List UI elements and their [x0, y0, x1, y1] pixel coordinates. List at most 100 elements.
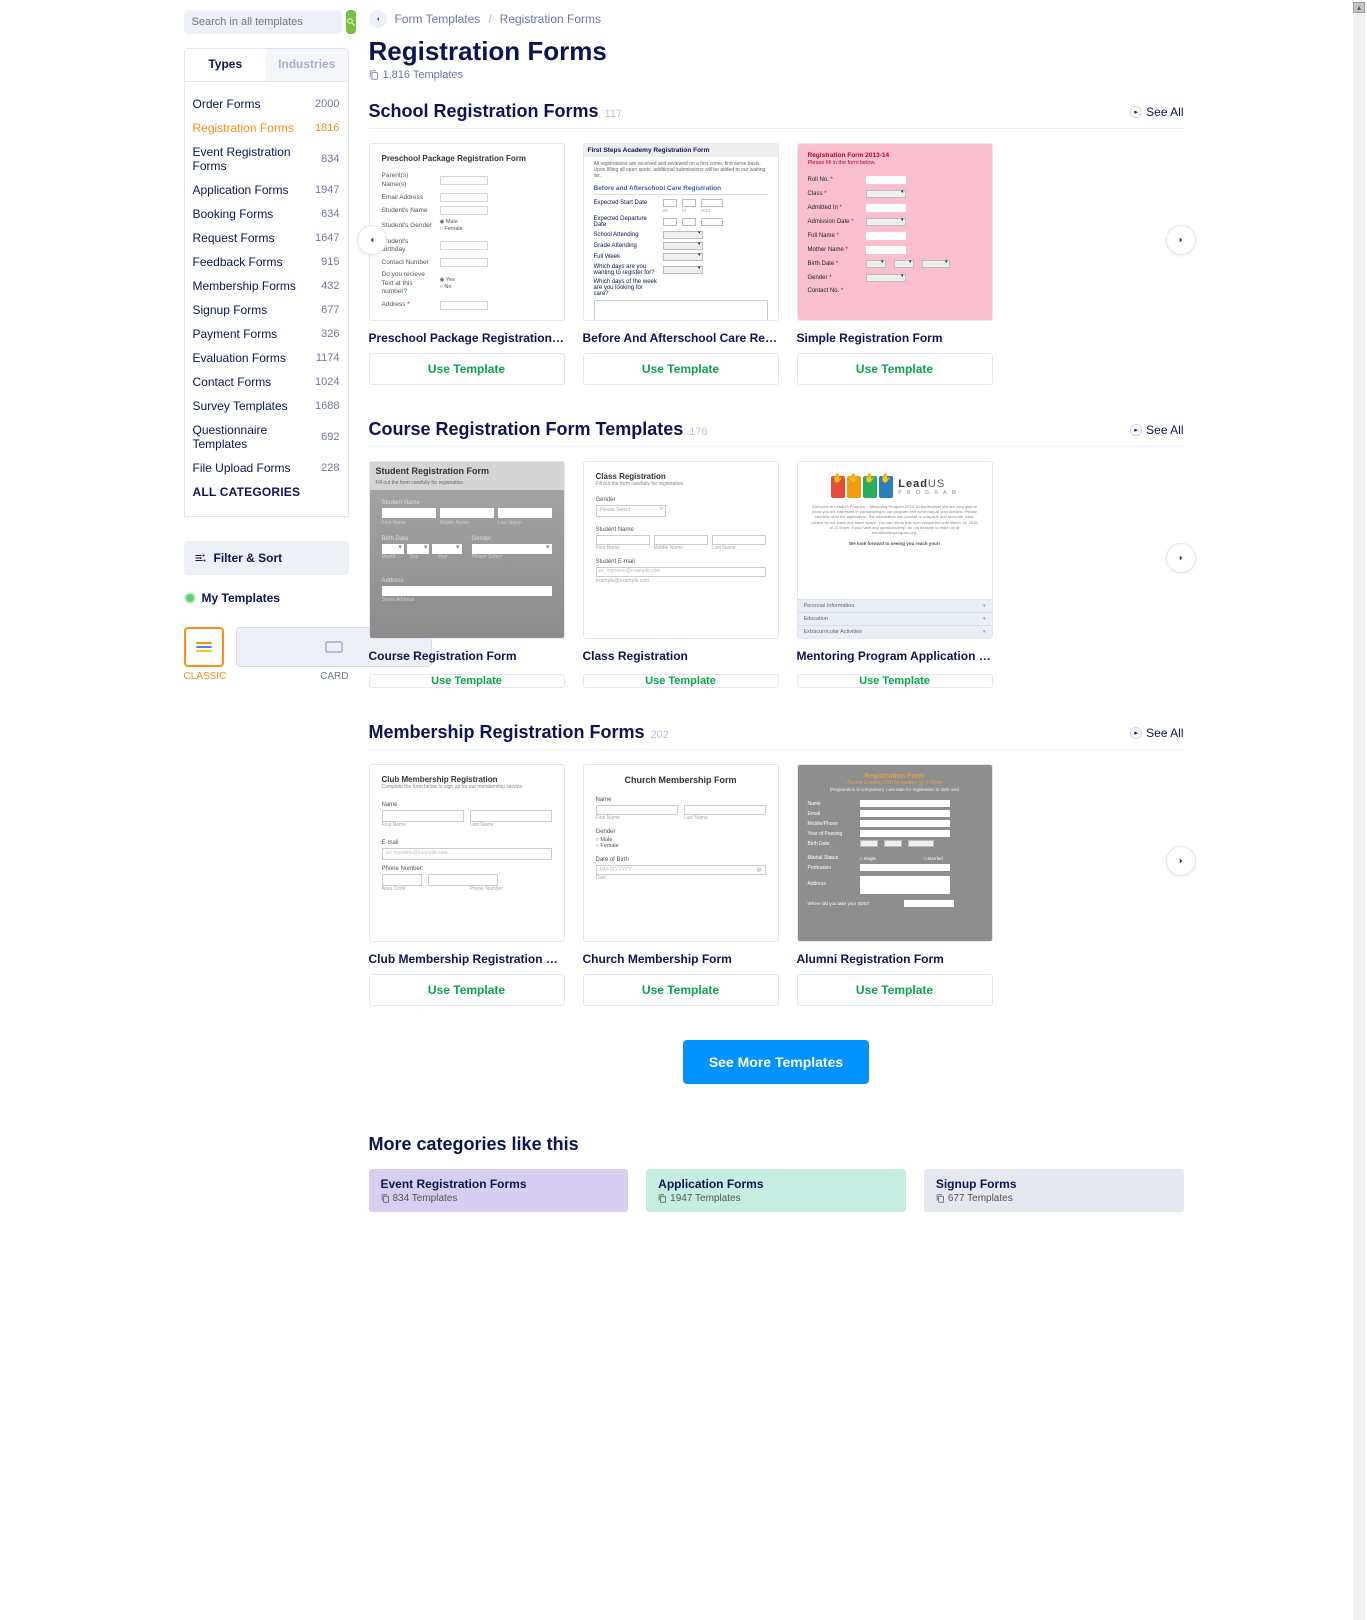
sidebar-all-categories[interactable]: ALL CATEGORIES	[193, 480, 340, 504]
search-button[interactable]	[346, 10, 356, 34]
use-template-button[interactable]: Use Template	[369, 974, 565, 1006]
sidebar-category[interactable]: Event Registration Forms834	[193, 140, 340, 178]
template-preview[interactable]: Preschool Package Registration Form Pare…	[369, 143, 565, 321]
category-count: 228	[321, 462, 339, 474]
see-all-link-course[interactable]: ▸See All	[1130, 423, 1183, 437]
category-label: Survey Templates	[193, 399, 288, 413]
sidebar-category[interactable]: Evaluation Forms1174	[193, 346, 340, 370]
sidebar-category[interactable]: Application Forms 1947	[193, 178, 340, 202]
copy-icon	[381, 1194, 390, 1203]
template-title: Alumni Registration Form	[797, 952, 993, 966]
copy-icon	[369, 70, 379, 80]
category-count: 1947	[315, 184, 339, 196]
main-content: Form Templates / Registration Forms Regi…	[369, 10, 1184, 1212]
sidebar-category[interactable]: Survey Templates1688	[193, 394, 340, 418]
template-card: Registration Form Alumni Evening 15th No…	[797, 764, 993, 1006]
category-count: 326	[321, 328, 339, 340]
template-preview[interactable]: First Steps Academy Registration Form Al…	[583, 143, 779, 321]
tab-types[interactable]: Types	[185, 49, 267, 81]
category-label: Membership Forms	[193, 279, 296, 293]
carousel-prev-school[interactable]	[357, 225, 387, 255]
template-preview[interactable]: Club Membership Registration Complete th…	[369, 764, 565, 942]
scrollbar-track[interactable]	[1353, 14, 1365, 1620]
sidebar-category[interactable]: Questionnaire Templates692	[193, 418, 340, 456]
use-template-button[interactable]: Use Template	[583, 974, 779, 1006]
sidebar-category[interactable]: Contact Forms1024	[193, 370, 340, 394]
see-all-link-membership[interactable]: ▸See All	[1130, 726, 1183, 740]
category-label: Application Forms	[193, 183, 289, 197]
use-template-button[interactable]: Use Template	[369, 353, 565, 385]
more-categories-title: More categories like this	[369, 1134, 1184, 1155]
template-preview[interactable]: Registration Form 2013-14 Please fill in…	[797, 143, 993, 321]
related-category[interactable]: Signup Forms 677 Templates	[924, 1169, 1184, 1212]
use-template-button[interactable]: Use Template	[797, 674, 993, 688]
category-list: Order Forms 2000 Registration Forms1816Eve…	[184, 82, 349, 517]
template-preview[interactable]: Registration Form Alumni Evening 15th No…	[797, 764, 993, 942]
sidebar-category[interactable]: Membership Forms 432	[193, 274, 340, 298]
dot-icon	[184, 592, 196, 604]
see-all-link-school[interactable]: ▸See All	[1130, 105, 1183, 119]
sidebar-category[interactable]: Request Forms1647	[193, 226, 340, 250]
template-title: Mentoring Program Application Form	[797, 649, 993, 663]
use-template-button[interactable]: Use Template	[797, 974, 993, 1006]
filter-sort-button[interactable]: Filter & Sort	[184, 541, 349, 575]
template-preview[interactable]: Student Registration Form Fill out the f…	[369, 461, 565, 639]
category-label: Booking Forms	[193, 207, 274, 221]
use-template-button[interactable]: Use Template	[583, 353, 779, 385]
category-count: 1174	[316, 352, 340, 364]
sidebar-category[interactable]: File Upload Forms 228	[193, 456, 340, 480]
use-template-button[interactable]: Use Template	[583, 674, 779, 688]
template-card: Church Membership Form Name First NameLa…	[583, 764, 779, 1006]
section-count: 117	[605, 108, 623, 120]
template-preview[interactable]: Class Registration Fill out the form car…	[583, 461, 779, 639]
tab-industries[interactable]: Industries	[266, 49, 348, 81]
category-label: File Upload Forms	[193, 461, 291, 475]
template-card: Preschool Package Registration Form Pare…	[369, 143, 565, 385]
carousel-next-course[interactable]	[1166, 543, 1196, 573]
page-title: Registration Forms	[369, 36, 1184, 67]
template-preview[interactable]: Church Membership Form Name First NameLa…	[583, 764, 779, 942]
carousel-next-school[interactable]	[1166, 225, 1196, 255]
copy-icon	[658, 1194, 667, 1203]
back-button[interactable]	[369, 10, 387, 28]
sidebar-category[interactable]: Booking Forms634	[193, 202, 340, 226]
scrollbar-up-button[interactable]: ▴	[1353, 2, 1365, 13]
category-count: 677	[321, 304, 339, 316]
breadcrumb-separator: /	[488, 12, 491, 26]
category-label: Request Forms	[193, 231, 275, 245]
category-count: 2000	[315, 98, 339, 110]
carousel-school: Preschool Package Registration Form Pare…	[369, 143, 1184, 385]
category-label: Payment Forms	[193, 327, 278, 341]
sidebar-category[interactable]: Feedback Forms915	[193, 250, 340, 274]
my-templates-link[interactable]: My Templates	[184, 591, 349, 605]
filter-sort-label: Filter & Sort	[214, 551, 283, 565]
sidebar-category[interactable]: Payment Forms 326	[193, 322, 340, 346]
search-input[interactable]	[184, 10, 342, 34]
related-category[interactable]: Application Forms 1947 Templates	[646, 1169, 906, 1212]
my-templates-label: My Templates	[202, 591, 280, 605]
template-preview[interactable]: LeadUS P R O G R A M Welcome to LeadUS P…	[797, 461, 993, 639]
category-count: 1816	[315, 122, 339, 134]
category-count: 432	[321, 280, 339, 292]
template-title: Preschool Package Registration Form	[369, 331, 565, 345]
category-count: 1024	[315, 376, 339, 388]
section-count: 202	[651, 729, 669, 741]
use-template-button[interactable]: Use Template	[797, 353, 993, 385]
template-title: Before And Afterschool Care Registra...	[583, 331, 779, 345]
search-icon	[346, 17, 356, 27]
category-label: Order Forms	[193, 97, 261, 111]
chevron-left-icon	[374, 15, 382, 23]
template-card: First Steps Academy Registration Form Al…	[583, 143, 779, 385]
see-more-button[interactable]: See More Templates	[683, 1040, 869, 1084]
breadcrumb-root[interactable]: Form Templates	[395, 12, 481, 26]
carousel-membership: Club Membership Registration Complete th…	[369, 764, 1184, 1006]
sidebar-category[interactable]: Order Forms 2000	[193, 92, 340, 116]
sidebar-category[interactable]: Registration Forms1816	[193, 116, 340, 140]
carousel-next-membership[interactable]	[1166, 846, 1196, 876]
category-label: Signup Forms	[193, 303, 268, 317]
use-template-button[interactable]: Use Template	[369, 674, 565, 688]
sidebar-category[interactable]: Signup Forms 677	[193, 298, 340, 322]
related-category[interactable]: Event Registration Forms 834 Templates	[369, 1169, 629, 1212]
template-card: Class Registration Fill out the form car…	[583, 461, 779, 688]
view-mode-classic[interactable]: CLASSIC	[184, 627, 227, 682]
